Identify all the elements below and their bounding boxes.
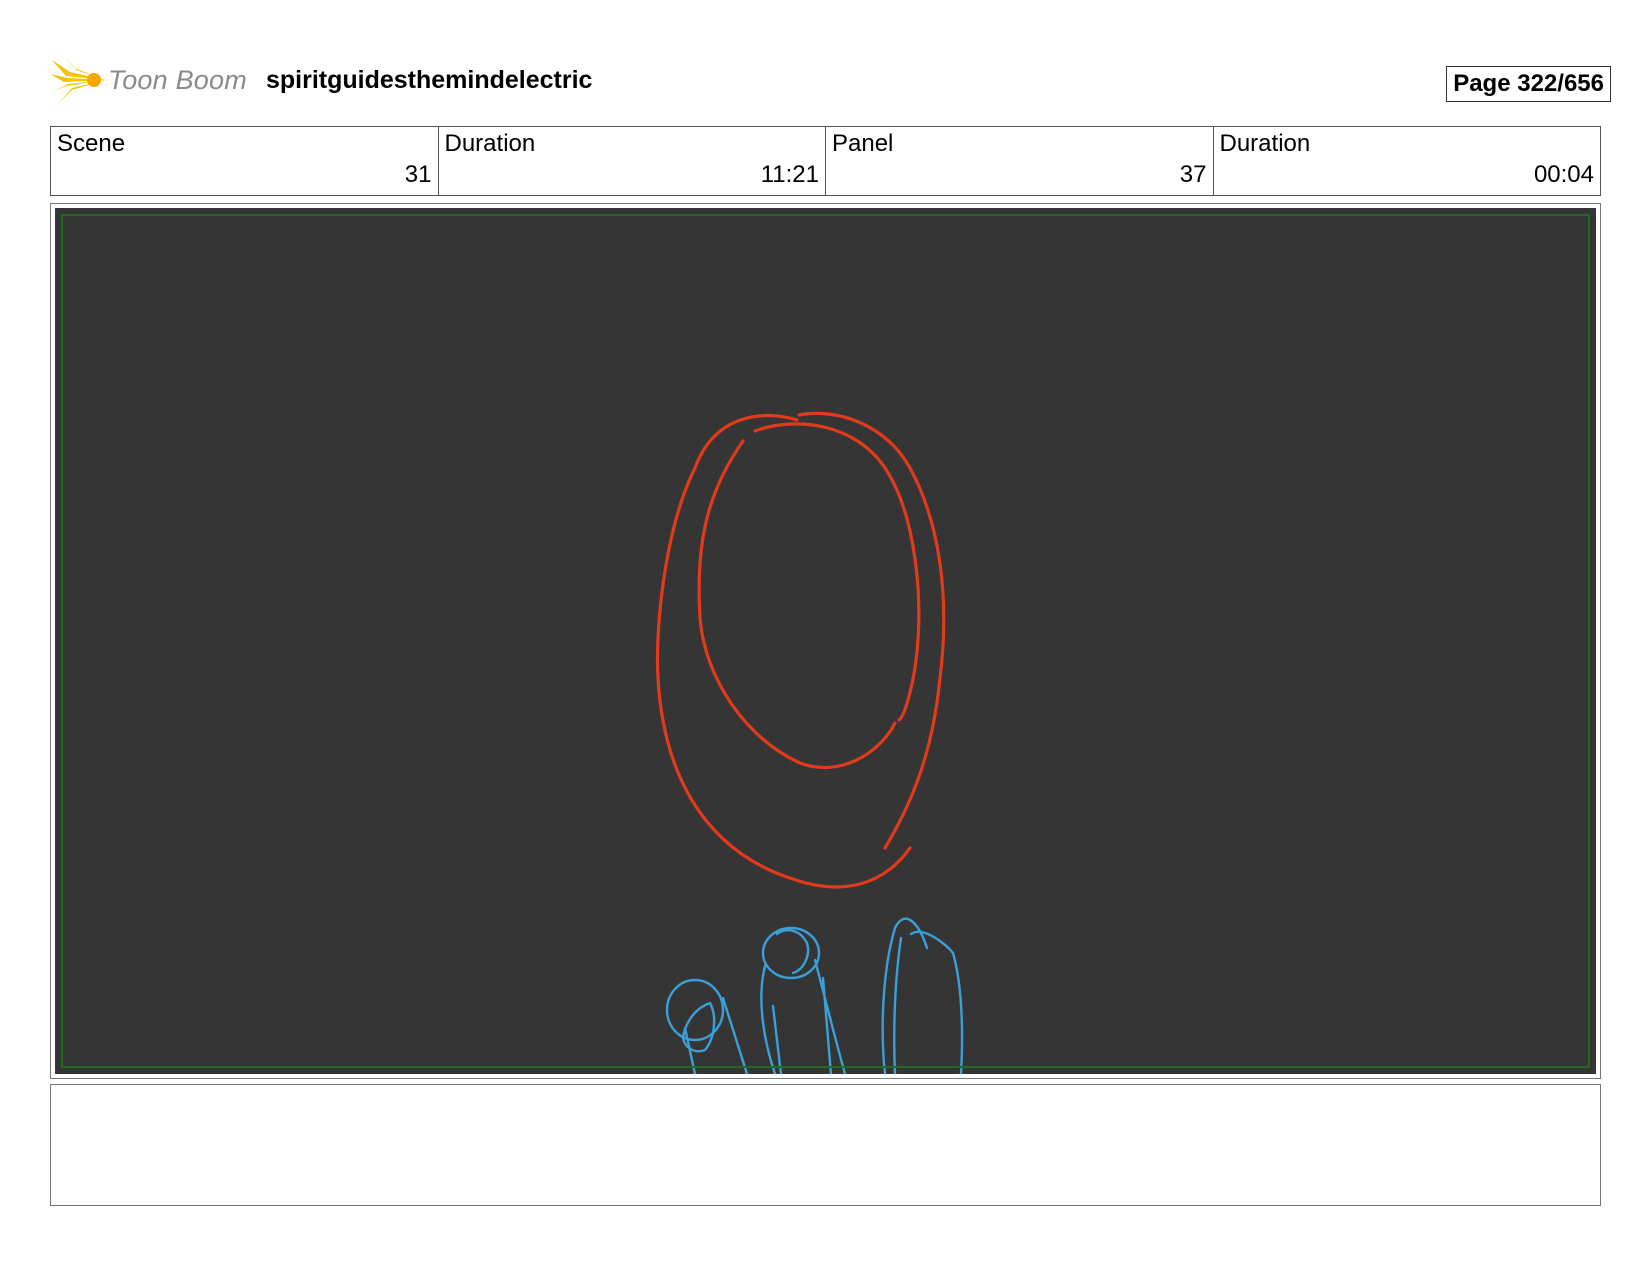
figure-right <box>881 917 964 1074</box>
panel-canvas <box>55 208 1596 1074</box>
scene-value: 31 <box>404 161 432 188</box>
panel-duration-cell: Duration 00:04 <box>1214 127 1601 195</box>
panel-cell: Panel 37 <box>826 127 1214 195</box>
project-title: spiritguidesthemindelectric <box>266 66 593 94</box>
scene-info-table: Scene 31 Duration 11:21 Panel 37 Duratio… <box>50 126 1601 196</box>
page-number: Page 322/656 <box>1446 66 1611 102</box>
portal-sketch <box>655 411 946 889</box>
figure-head-left <box>665 978 725 1042</box>
figure-head-middle <box>761 926 821 980</box>
scene-duration-value: 11:21 <box>760 161 819 188</box>
toon-boom-logo: Toon Boom <box>50 52 250 108</box>
page-header: Toon Boom spiritguidesthemindelectric Pa… <box>50 52 1611 108</box>
figures-sketch <box>665 917 964 1074</box>
portal-outer-ring <box>655 413 912 889</box>
scene-cell: Scene 31 <box>51 127 439 195</box>
panel-sketch <box>655 411 964 1074</box>
logo-text: Toon Boom <box>108 65 247 95</box>
panel-notes-box[interactable] <box>50 1084 1601 1206</box>
panel-label: Panel <box>832 130 894 157</box>
portal-inner-ring-left <box>697 439 897 769</box>
storyboard-panel <box>50 203 1601 1079</box>
figure-body-middle <box>760 958 847 1074</box>
scene-label: Scene <box>57 130 126 157</box>
panel-duration-label: Duration <box>1219 130 1311 157</box>
figure-body-left <box>683 996 749 1074</box>
scene-duration-label: Duration <box>444 130 536 157</box>
starburst-icon <box>50 54 106 104</box>
panel-value: 37 <box>1179 161 1207 188</box>
figure-head-middle-detail <box>775 929 810 975</box>
portal-outer-ring-right <box>797 411 946 850</box>
scene-duration-cell: Duration 11:21 <box>439 127 826 195</box>
panel-duration-value: 00:04 <box>1533 161 1594 188</box>
portal-inner-ring <box>753 422 921 722</box>
